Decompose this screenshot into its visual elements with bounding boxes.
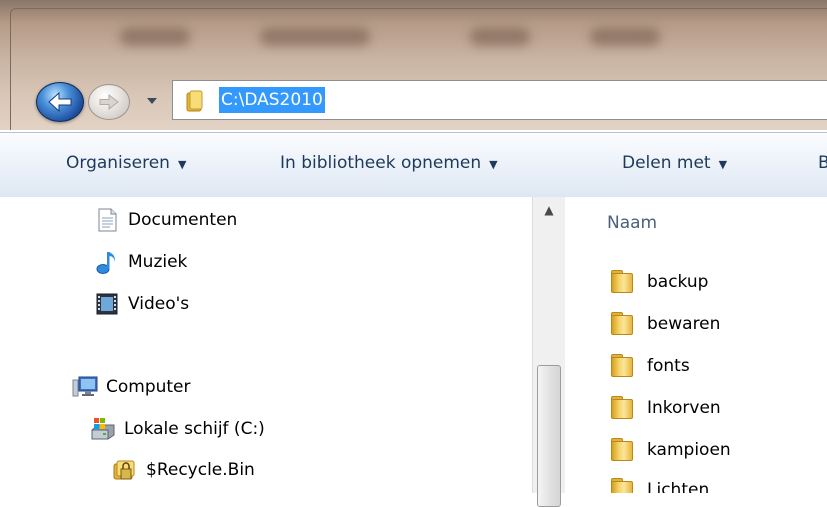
navigation-pane-scrollbar[interactable]: ▲ <box>532 197 566 507</box>
file-name: Inkorven <box>647 398 721 418</box>
toolbar-overflow-button[interactable]: B <box>818 153 827 173</box>
folder-icon <box>611 269 635 295</box>
address-bar[interactable]: C:\DAS2010 <box>172 80 827 120</box>
nav-item-label: Documenten <box>128 210 238 230</box>
nav-item-recycle-bin[interactable]: $Recycle.Bin <box>112 455 255 485</box>
file-list-item[interactable]: fonts <box>611 351 690 381</box>
music-icon <box>94 249 120 275</box>
file-list-item[interactable]: Inkorven <box>611 393 721 423</box>
file-list-item[interactable]: Lichten <box>611 475 709 493</box>
include-in-library-button[interactable]: In bibliotheek opnemen ▼ <box>280 153 498 173</box>
dropdown-arrow-icon: ▼ <box>489 158 498 171</box>
arrow-left-icon <box>48 91 72 113</box>
folder-icon <box>611 477 635 493</box>
nav-item-videos[interactable]: Video's <box>94 289 189 319</box>
command-toolbar: Organiseren ▼ In bibliotheek opnemen ▼ Del… <box>0 132 827 198</box>
arrow-right-icon <box>99 93 119 111</box>
nav-item-label: Video's <box>128 294 190 314</box>
file-name: Lichten <box>647 480 710 493</box>
scrollbar-thumb[interactable] <box>537 365 561 507</box>
chevron-down-icon <box>147 98 157 104</box>
folder-icon <box>611 353 635 379</box>
forward-button[interactable] <box>88 84 130 120</box>
file-name: fonts <box>647 356 690 376</box>
computer-icon <box>72 374 98 400</box>
dropdown-arrow-icon: ▼ <box>718 158 728 171</box>
column-header-name[interactable]: Naam <box>607 213 657 233</box>
folder-icon <box>611 311 635 337</box>
nav-item-music[interactable]: Muziek <box>94 247 187 277</box>
file-name: bewaren <box>647 314 721 334</box>
dropdown-arrow-icon: ▼ <box>177 158 187 171</box>
scroll-up-button[interactable]: ▲ <box>533 197 565 223</box>
nav-item-documents[interactable]: Documenten <box>94 205 237 235</box>
recycle-bin-icon <box>112 457 138 483</box>
folder-icon <box>611 395 635 421</box>
share-with-button[interactable]: Delen met ▼ <box>622 153 727 173</box>
folder-icon <box>611 437 635 463</box>
nav-item-local-disk[interactable]: Lokale schijf (C:) <box>90 414 265 444</box>
nav-item-label: $Recycle.Bin <box>146 460 255 480</box>
documents-icon <box>94 207 120 233</box>
recent-pages-dropdown[interactable] <box>144 94 160 108</box>
file-list-item[interactable]: backup <box>611 267 708 297</box>
address-path-text[interactable]: C:\DAS2010 <box>219 87 325 113</box>
local-disk-icon <box>90 416 116 442</box>
nav-item-label: Lokale schijf (C:) <box>124 419 265 439</box>
file-name: kampioen <box>647 440 731 460</box>
file-list-item[interactable]: bewaren <box>611 309 720 339</box>
navigation-pane: Documenten Muziek Video's Computer Lokal… <box>0 197 532 493</box>
organize-menu-button[interactable]: Organiseren ▼ <box>66 153 186 173</box>
folder-icon <box>186 90 203 112</box>
file-list-pane: Naam backup bewaren fonts Inkorven kampi… <box>565 197 827 493</box>
file-name: backup <box>647 272 709 292</box>
nav-item-label: Muziek <box>128 252 188 272</box>
nav-item-computer[interactable]: Computer <box>72 372 191 402</box>
caret-up-icon: ▲ <box>544 203 554 217</box>
file-list-item[interactable]: kampioen <box>611 435 731 465</box>
nav-item-label: Computer <box>106 377 191 397</box>
back-button[interactable] <box>36 82 84 122</box>
video-icon <box>94 291 120 317</box>
